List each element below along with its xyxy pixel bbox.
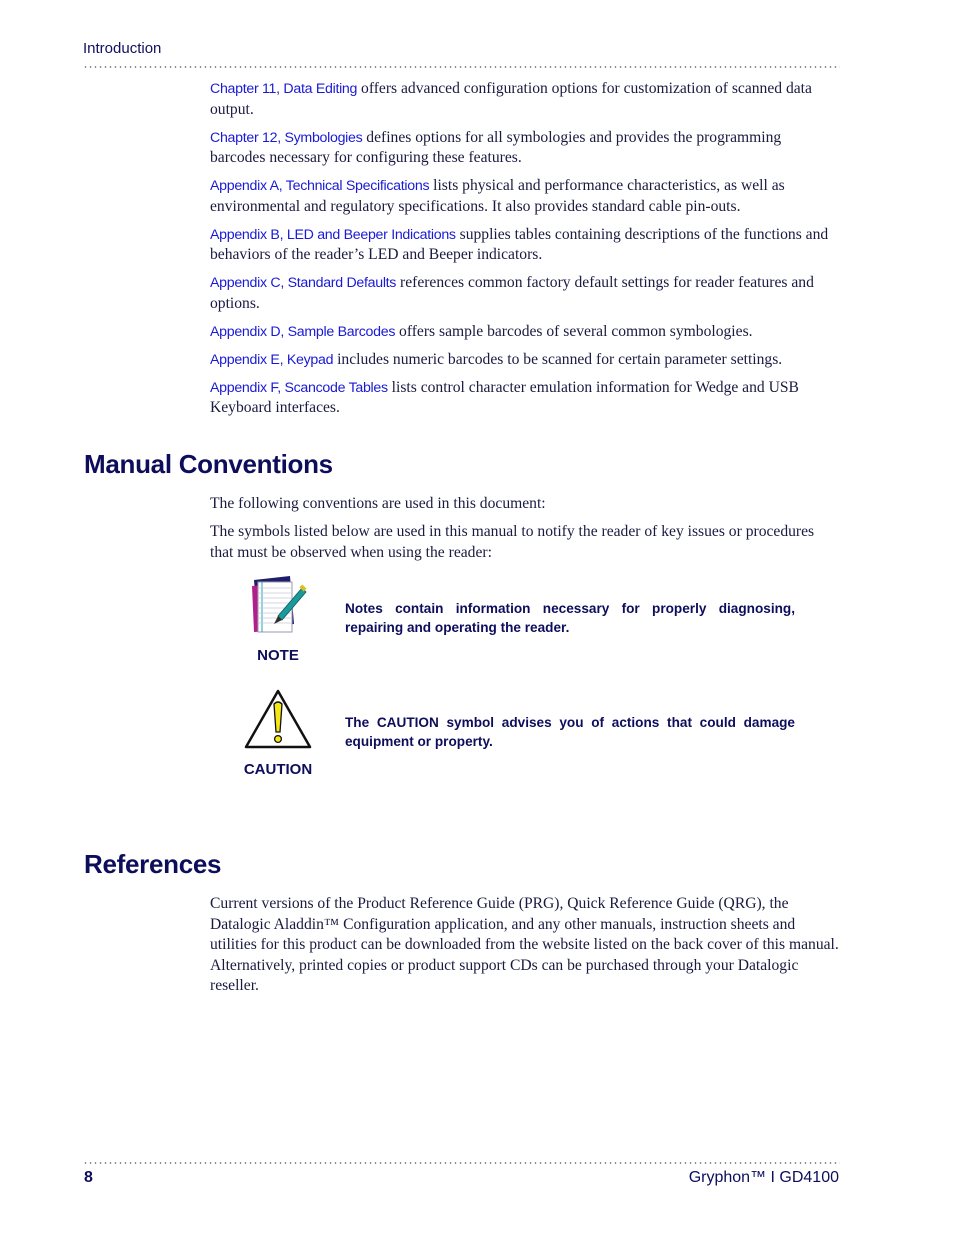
chapter-list: Chapter 11, Data Editing offers advanced… <box>210 79 840 426</box>
chapter-link[interactable]: Chapter 12, Symbologies <box>210 130 363 146</box>
chapter-link[interactable]: Appendix E, Keypad <box>210 352 333 368</box>
footer-divider <box>83 1162 840 1164</box>
note-text: Notes contain information necessary for … <box>345 601 795 635</box>
warning-triangle-icon <box>244 689 312 749</box>
chapter-link[interactable]: Appendix A, Technical Specifications <box>210 178 430 194</box>
caution-text: The CAUTION symbol advises you of action… <box>345 715 795 749</box>
note-label: NOTE <box>257 647 299 664</box>
chapter-link[interactable]: Appendix B, LED and Beeper Indications <box>210 227 456 243</box>
conventions-symbols-text: The symbols listed below are used in thi… <box>210 523 815 561</box>
conventions-intro: The following conventions are used in th… <box>210 495 546 512</box>
footer-product-title: Gryphon™ I GD4100 <box>688 1169 839 1186</box>
chapter-item: Appendix B, LED and Beeper Indications s… <box>210 225 829 264</box>
running-header: Introduction <box>83 40 162 57</box>
chapter-link[interactable]: Appendix D, Sample Barcodes <box>210 324 395 340</box>
references-text: Current versions of the Product Referenc… <box>210 895 839 994</box>
section-heading-references: References <box>84 849 222 879</box>
chapter-link[interactable]: Chapter 11, Data Editing <box>210 81 357 97</box>
note-notice: NOTE Notes contain information necessary… <box>240 574 840 674</box>
chapter-item: Appendix F, Scancode Tables lists contro… <box>210 378 799 417</box>
conventions-text: The following conventions are used in th… <box>210 494 840 571</box>
page-number: 8 <box>84 1169 93 1186</box>
caution-notice: CAUTION The CAUTION symbol advises you o… <box>240 688 840 788</box>
chapter-item: Appendix C, Standard Defaults references… <box>210 274 814 312</box>
notepad-pen-icon <box>252 576 307 633</box>
caution-label: CAUTION <box>243 761 313 778</box>
chapter-link[interactable]: Appendix F, Scancode Tables <box>210 380 388 396</box>
chapter-item: Appendix A, Technical Specifications lis… <box>210 177 785 215</box>
chapter-item: Chapter 11, Data Editing offers advanced… <box>210 80 812 118</box>
references-text-block: Current versions of the Product Referenc… <box>210 894 840 1004</box>
chapter-item: Appendix E, Keypad includes numeric barc… <box>210 350 783 368</box>
chapter-link[interactable]: Appendix C, Standard Defaults <box>210 275 396 291</box>
chapter-item: Appendix D, Sample Barcodes offers sampl… <box>210 322 753 340</box>
chapter-item: Chapter 12, Symbologies defines options … <box>210 128 782 167</box>
header-divider <box>83 66 840 68</box>
section-heading-conventions: Manual Conventions <box>84 449 333 479</box>
